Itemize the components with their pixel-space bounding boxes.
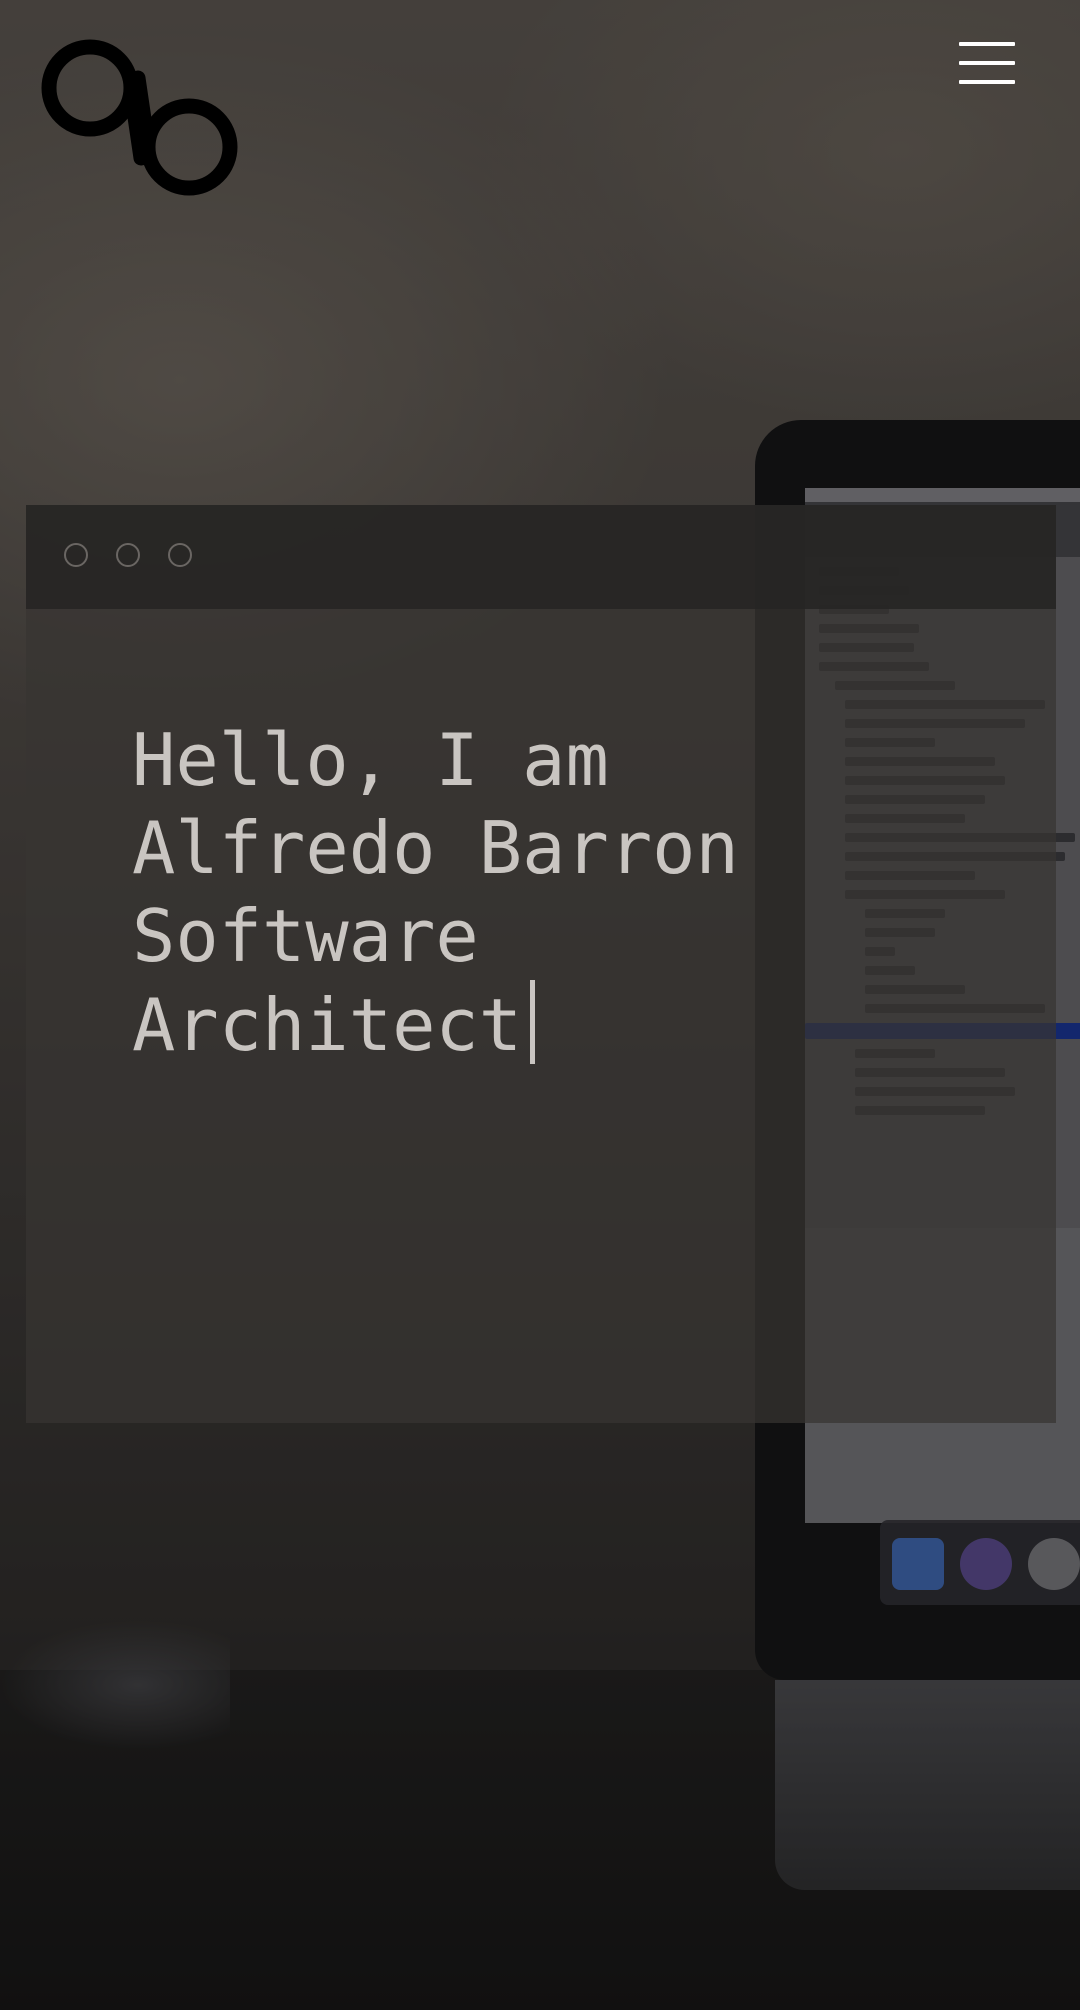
name-line: Alfredo Barron xyxy=(132,806,739,890)
terminal-typed-text: Hello, I am Alfredo Barron Software Arch… xyxy=(132,716,1012,1069)
role-line-2: Architect xyxy=(132,980,1012,1069)
role-line-2-text: Architect xyxy=(132,983,523,1067)
circle-outline-icon xyxy=(168,543,192,567)
hero-page: Hello, I am Alfredo Barron Software Arch… xyxy=(0,0,1080,2010)
terminal-title-bar xyxy=(26,505,1056,609)
greeting-line: Hello, I am xyxy=(132,718,609,802)
circle-outline-icon xyxy=(64,543,88,567)
typing-cursor xyxy=(530,980,536,1064)
hamburger-menu-icon[interactable] xyxy=(955,40,1019,86)
role-line-1: Software xyxy=(132,894,479,978)
circle-outline-icon xyxy=(116,543,140,567)
ab-monogram-logo-icon xyxy=(41,39,238,196)
ab-logo[interactable] xyxy=(40,38,240,198)
terminal-window: Hello, I am Alfredo Barron Software Arch… xyxy=(26,505,1056,1423)
